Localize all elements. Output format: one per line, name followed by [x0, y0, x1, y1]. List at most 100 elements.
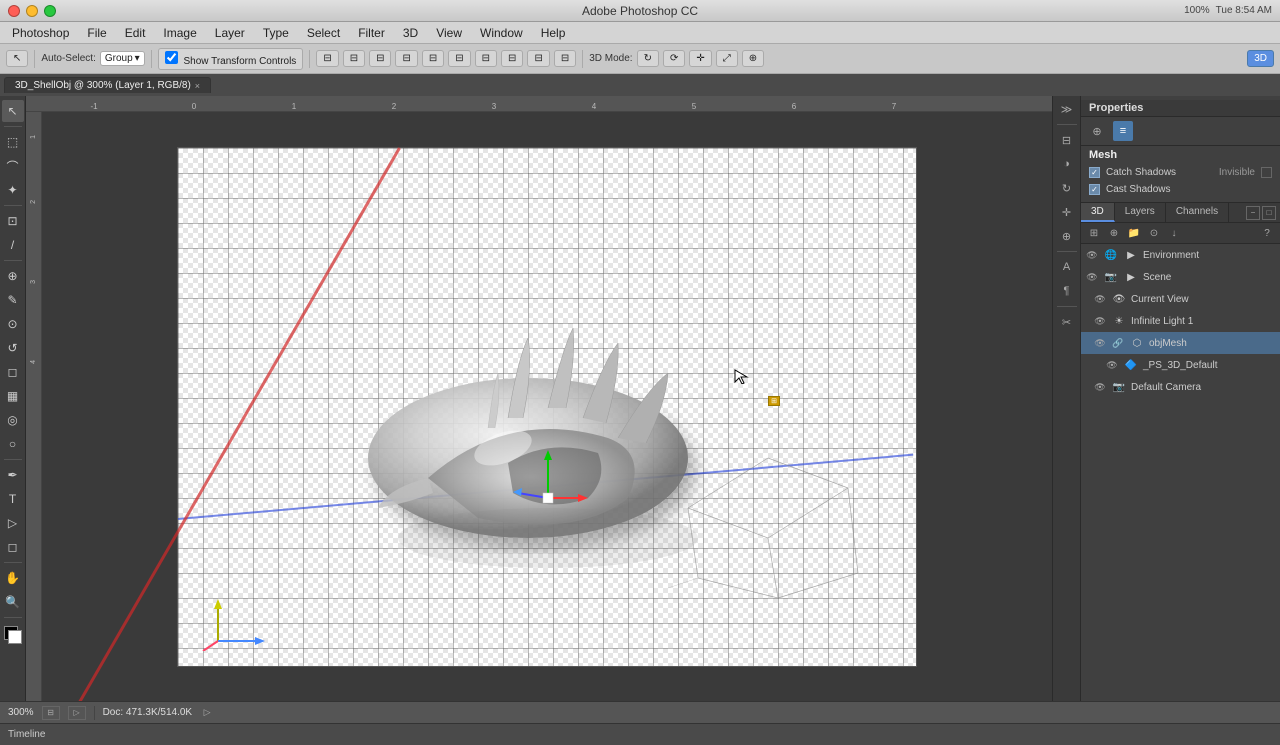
distribute-btn[interactable]: ⊟ — [475, 50, 497, 67]
status-view-btn[interactable]: ▷ — [68, 706, 86, 720]
menu-photoshop[interactable]: Photoshop — [4, 24, 77, 42]
eye-scene[interactable]: 👁 — [1085, 270, 1099, 284]
panel-maximize-btn[interactable]: □ — [1262, 206, 1276, 220]
properties-icon-mesh[interactable]: ≡ — [1113, 121, 1133, 141]
pen-tool[interactable]: ✒ — [2, 464, 24, 486]
align-center-v-btn[interactable]: ⊟ — [422, 50, 444, 67]
align-top-btn[interactable]: ⊟ — [395, 50, 417, 67]
3d-rotate-btn[interactable]: ↻ — [637, 50, 659, 67]
properties-icon-1[interactable]: ⊕ — [1087, 121, 1107, 141]
crop-tool[interactable]: ⊡ — [2, 210, 24, 232]
3d-rotate-mini-btn[interactable]: ↻ — [1056, 177, 1078, 199]
hand-tool[interactable]: ✋ — [2, 567, 24, 589]
menu-filter[interactable]: Filter — [350, 24, 393, 42]
menu-select[interactable]: Select — [299, 24, 348, 42]
menu-file[interactable]: File — [79, 24, 114, 42]
magic-wand-tool[interactable]: ✦ — [2, 179, 24, 201]
distribute3-btn[interactable]: ⊟ — [527, 50, 549, 67]
doc-close-icon[interactable]: × — [195, 81, 200, 91]
show-transform-btn[interactable]: Show Transform Controls — [158, 48, 304, 70]
eye-infinite-light[interactable]: 👁 — [1093, 314, 1107, 328]
new-layer-icon[interactable]: ⊕ — [1105, 225, 1123, 241]
eye-objmesh[interactable]: 👁 — [1093, 336, 1107, 350]
expand-scene[interactable]: ▶ — [1123, 269, 1139, 285]
layer-thumbnail-btn[interactable]: ⊟ — [1056, 129, 1078, 151]
menu-type[interactable]: Type — [255, 24, 297, 42]
expand-environment[interactable]: ▶ — [1123, 247, 1139, 263]
align-bottom-btn[interactable]: ⊟ — [448, 50, 470, 67]
align-left-btn[interactable]: ⊟ — [316, 50, 338, 67]
transform-checkbox[interactable] — [165, 51, 178, 64]
distribute4-btn[interactable]: ⊟ — [554, 50, 576, 67]
canvas-viewport[interactable]: ⊞ — [42, 112, 1052, 701]
filter-layers-icon[interactable]: ⊞ — [1085, 225, 1103, 241]
menu-edit[interactable]: Edit — [117, 24, 154, 42]
autoselect-dropdown[interactable]: Group ▾ — [100, 51, 145, 66]
text-mini-btn[interactable]: A — [1056, 256, 1078, 278]
document-tab[interactable]: 3D_ShellObj @ 300% (Layer 1, RGB/8) × — [4, 77, 211, 93]
eye-default-camera[interactable]: 👁 — [1093, 380, 1107, 394]
path-tool[interactable]: ▷ — [2, 512, 24, 534]
healing-tool[interactable]: ⊕ — [2, 265, 24, 287]
brush-tool[interactable]: ✎ — [2, 289, 24, 311]
text-tool[interactable]: T — [2, 488, 24, 510]
layer-item-default-camera[interactable]: 👁 📷 Default Camera — [1081, 376, 1280, 398]
3d-tab-btn[interactable]: 3D — [1247, 50, 1274, 67]
foreground-color[interactable] — [2, 624, 24, 646]
cast-shadows-row[interactable]: ✓ Cast Shadows — [1081, 181, 1280, 198]
3d-scale-btn[interactable]: ⊕ — [742, 50, 764, 67]
layer-item-scene[interactable]: 👁 📷 ▶ Scene — [1081, 266, 1280, 288]
layer-help-icon[interactable]: ? — [1258, 225, 1276, 241]
catch-shadows-row[interactable]: ✓ Catch Shadows Invisible — [1081, 164, 1280, 181]
tab-layers[interactable]: Layers — [1115, 203, 1166, 222]
layer-group-icon[interactable]: 📁 — [1125, 225, 1143, 241]
stamp-tool[interactable]: ⊙ — [2, 313, 24, 335]
3d-pan-mini-btn[interactable]: ✛ — [1056, 201, 1078, 223]
history-brush-tool[interactable]: ↺ — [2, 337, 24, 359]
move-tool[interactable]: ↖ — [2, 100, 24, 122]
tab-channels[interactable]: Channels — [1166, 203, 1229, 222]
menu-window[interactable]: Window — [472, 24, 531, 42]
lasso-tool[interactable]: ⌒ — [2, 155, 24, 177]
layer-mask-icon[interactable]: ⊙ — [1145, 225, 1163, 241]
eye-environment[interactable]: 👁 — [1085, 248, 1099, 262]
menu-image[interactable]: Image — [155, 24, 204, 42]
layer-item-current-view[interactable]: 👁 👁 Current View — [1081, 288, 1280, 310]
menu-3d[interactable]: 3D — [395, 24, 426, 42]
layer-item-ps3d-default[interactable]: 👁 🔷 _PS_3D_Default — [1081, 354, 1280, 376]
canvas-document[interactable]: ⊞ — [177, 147, 917, 667]
layer-down-icon[interactable]: ↓ — [1165, 225, 1183, 241]
cast-shadows-checkbox[interactable]: ✓ — [1089, 184, 1100, 195]
maximize-button[interactable] — [44, 5, 56, 17]
distribute2-btn[interactable]: ⊟ — [501, 50, 523, 67]
move-tool-icon[interactable]: ↖ — [6, 50, 28, 67]
3d-zoom-mini-btn[interactable]: ⊕ — [1056, 225, 1078, 247]
gradient-tool[interactable]: ▦ — [2, 385, 24, 407]
tab-3d[interactable]: 3D — [1081, 203, 1115, 222]
paragraph-mini-btn[interactable]: ¶ — [1056, 280, 1078, 302]
menu-view[interactable]: View — [428, 24, 470, 42]
catch-shadows-checkbox[interactable]: ✓ — [1089, 167, 1100, 178]
3d-pan-btn[interactable]: ✛ — [689, 50, 711, 67]
3d-slide-btn[interactable]: ⤢ — [716, 50, 738, 67]
layer-item-environment[interactable]: 👁 🌐 ▶ Environment — [1081, 244, 1280, 266]
scissors-mini-btn[interactable]: ✂ — [1056, 311, 1078, 333]
minimize-button[interactable] — [26, 5, 38, 17]
blur-tool[interactable]: ◎ — [2, 409, 24, 431]
layer-item-objmesh[interactable]: 👁 🔗 ⬡ objMesh — [1081, 332, 1280, 354]
window-controls[interactable] — [8, 5, 56, 17]
layer-item-infinite-light[interactable]: 👁 ☀ Infinite Light 1 — [1081, 310, 1280, 332]
invisible-checkbox[interactable] — [1261, 167, 1272, 178]
close-button[interactable] — [8, 5, 20, 17]
panel-collapse-btn[interactable]: ≫ — [1056, 98, 1078, 120]
panel-minimize-btn[interactable]: − — [1246, 206, 1260, 220]
status-thumbnail-btn[interactable]: ⊟ — [42, 706, 60, 720]
align-center-h-btn[interactable]: ⊟ — [343, 50, 365, 67]
eraser-tool[interactable]: ◻ — [2, 361, 24, 383]
align-right-btn[interactable]: ⊟ — [369, 50, 391, 67]
eye-ps3d[interactable]: 👁 — [1105, 358, 1119, 372]
chain-objmesh[interactable]: 🔗 — [1111, 336, 1125, 350]
shell-3d-object[interactable] — [328, 278, 728, 578]
zoom-tool[interactable]: 🔍 — [2, 591, 24, 613]
marquee-tool[interactable]: ⬚ — [2, 131, 24, 153]
